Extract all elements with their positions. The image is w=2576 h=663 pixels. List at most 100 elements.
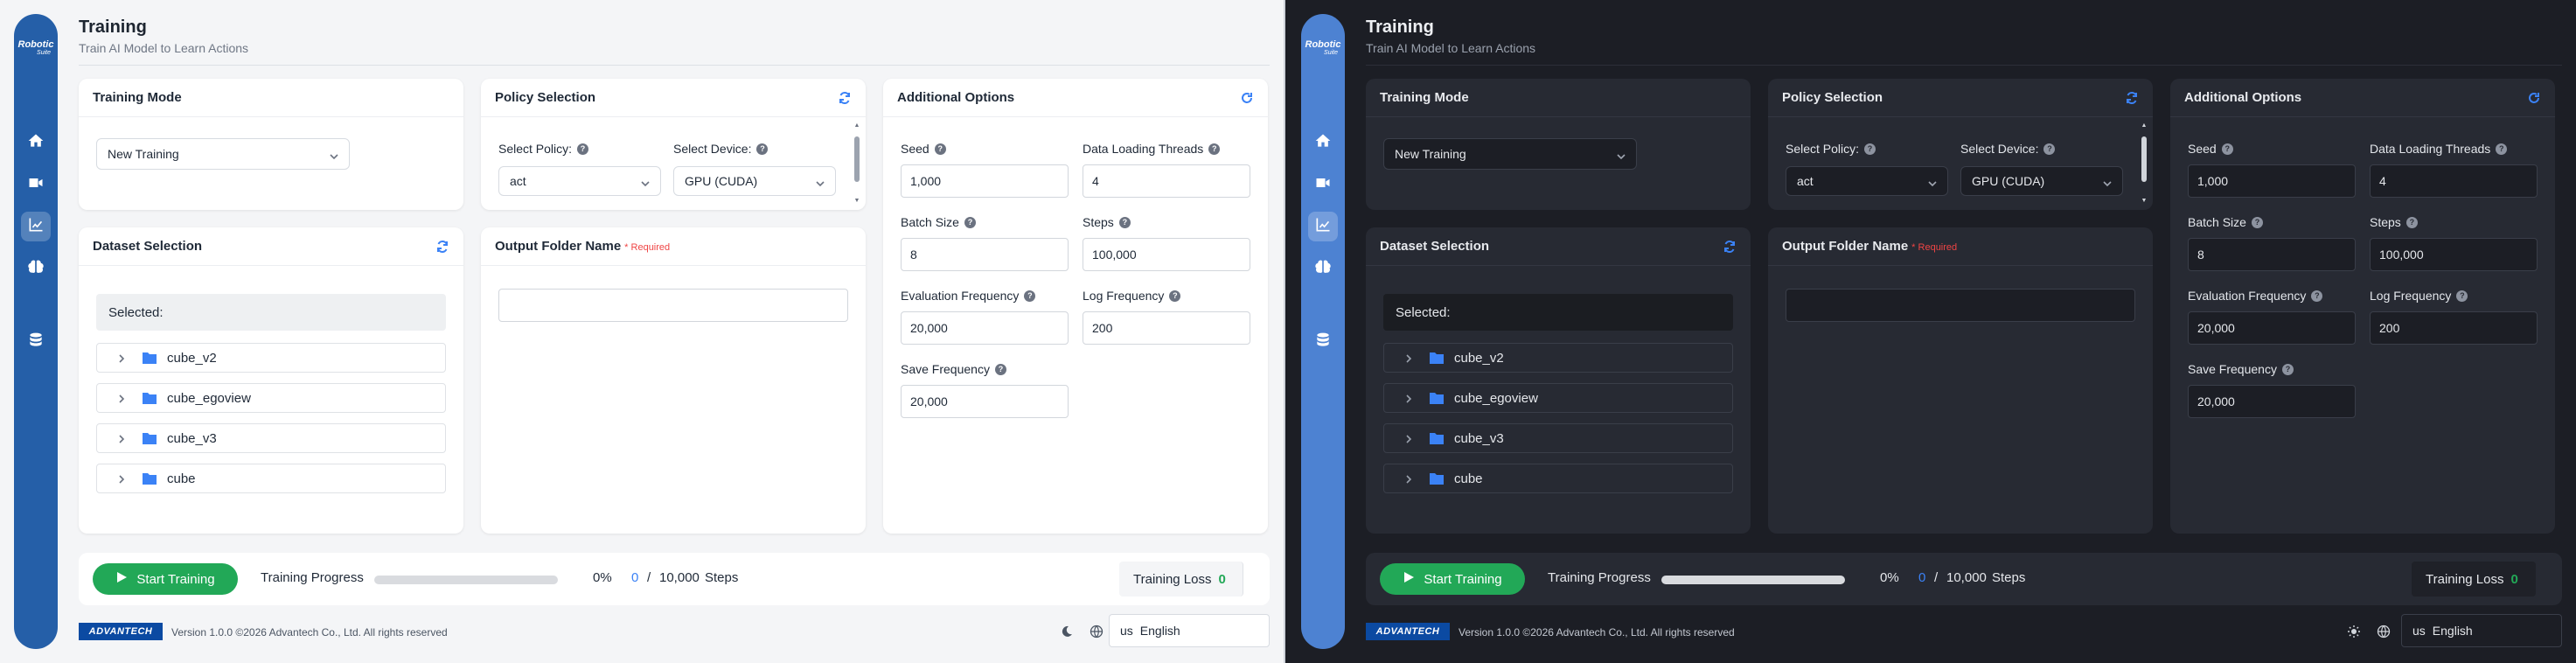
- batch-size-input[interactable]: 8: [901, 238, 1069, 271]
- help-icon[interactable]: ?: [1024, 290, 1036, 302]
- dataset-name: cube: [1454, 471, 1483, 486]
- help-icon[interactable]: ?: [2496, 143, 2508, 155]
- steps-input[interactable]: 100,000: [2370, 238, 2538, 271]
- scroll-up-icon[interactable]: ▲: [2141, 122, 2148, 129]
- dataset-item[interactable]: cube_v3: [96, 423, 446, 453]
- scroll-up-icon[interactable]: ▲: [853, 122, 860, 129]
- help-icon[interactable]: ?: [934, 143, 946, 155]
- help-icon[interactable]: ?: [1169, 290, 1181, 302]
- help-icon[interactable]: ?: [994, 363, 1006, 375]
- training-mode-select[interactable]: New Training: [1383, 138, 1637, 170]
- seed-input[interactable]: 1,000: [2188, 164, 2356, 198]
- help-icon[interactable]: ?: [1208, 143, 1221, 155]
- scroll-down-icon[interactable]: ▼: [853, 198, 860, 205]
- dataset-item[interactable]: cube: [1383, 464, 1733, 493]
- steps-label: Steps?: [1083, 215, 1131, 229]
- chevron-right-icon[interactable]: [116, 393, 127, 403]
- help-icon[interactable]: ?: [2405, 216, 2418, 228]
- dataset-item[interactable]: cube: [96, 464, 446, 493]
- help-icon[interactable]: ?: [577, 143, 589, 155]
- chevron-right-icon[interactable]: [1403, 393, 1414, 403]
- dataset-item[interactable]: cube_v2: [96, 343, 446, 373]
- dataset-item[interactable]: cube_egoview: [96, 383, 446, 413]
- eval-frequency-input[interactable]: 20,000: [901, 311, 1069, 345]
- nav-recording[interactable]: [21, 170, 51, 199]
- progress-slash: /: [1934, 570, 1939, 585]
- chevron-right-icon[interactable]: [116, 352, 127, 363]
- dataset-item[interactable]: cube_v2: [1383, 343, 1733, 373]
- training-mode-select[interactable]: New Training: [96, 138, 350, 170]
- policy-select[interactable]: act: [1786, 166, 1948, 196]
- device-select[interactable]: GPU (CUDA): [673, 166, 836, 196]
- database-icon: [1314, 332, 1332, 353]
- globe-icon[interactable]: [1090, 625, 1104, 639]
- card-title: Policy Selection: [1782, 90, 1883, 105]
- help-icon[interactable]: ?: [2311, 290, 2323, 302]
- policy-select[interactable]: act: [498, 166, 661, 196]
- dataset-selection-card: Dataset Selection Selected: cube_v2 cube…: [1366, 227, 1751, 534]
- steps-input[interactable]: 100,000: [1083, 238, 1250, 271]
- help-icon[interactable]: ?: [756, 143, 769, 155]
- log-frequency-input[interactable]: 200: [1083, 311, 1250, 345]
- nav-training[interactable]: [21, 212, 51, 241]
- help-icon[interactable]: ?: [2456, 290, 2468, 302]
- refresh-icon[interactable]: [435, 240, 449, 254]
- brain-icon: [27, 258, 45, 280]
- eval-frequency-input[interactable]: 20,000: [2188, 311, 2356, 345]
- nav-database[interactable]: [21, 327, 51, 357]
- batch-size-input[interactable]: 8: [2188, 238, 2356, 271]
- refresh-icon[interactable]: [838, 91, 852, 105]
- nav-database[interactable]: [1308, 327, 1338, 357]
- language-select[interactable]: us English: [2401, 614, 2562, 647]
- nav-home[interactable]: [1308, 128, 1338, 157]
- scroll-thumb[interactable]: [2141, 136, 2147, 182]
- start-training-button[interactable]: Start Training: [93, 563, 238, 595]
- reset-icon[interactable]: [1240, 91, 1254, 105]
- nav-recording[interactable]: [1308, 170, 1338, 199]
- chevron-right-icon[interactable]: [116, 473, 127, 484]
- reset-icon[interactable]: [2527, 91, 2541, 105]
- chevron-right-icon[interactable]: [1403, 473, 1414, 484]
- refresh-icon[interactable]: [1723, 240, 1737, 254]
- chevron-down-icon: [330, 150, 338, 160]
- refresh-icon[interactable]: [2125, 91, 2139, 105]
- moon-icon[interactable]: [1060, 625, 1074, 639]
- nav-training[interactable]: [1308, 212, 1338, 241]
- start-training-button[interactable]: Start Training: [1380, 563, 1525, 595]
- scrollbar[interactable]: ▲ ▼: [2141, 122, 2148, 205]
- nav-models[interactable]: [1308, 254, 1338, 283]
- nav-home[interactable]: [21, 128, 51, 157]
- globe-icon[interactable]: [2377, 625, 2391, 639]
- chevron-right-icon[interactable]: [1403, 352, 1414, 363]
- help-icon[interactable]: ?: [964, 216, 976, 228]
- help-icon[interactable]: ?: [2281, 363, 2294, 375]
- threads-input[interactable]: 4: [1083, 164, 1250, 198]
- dataset-item[interactable]: cube_egoview: [1383, 383, 1733, 413]
- device-select[interactable]: GPU (CUDA): [1960, 166, 2123, 196]
- dataset-item[interactable]: cube_v3: [1383, 423, 1733, 453]
- card-title: Dataset Selection: [1380, 239, 1490, 254]
- help-icon[interactable]: ?: [1864, 143, 1876, 155]
- chevron-down-icon: [2103, 177, 2112, 187]
- chevron-right-icon[interactable]: [116, 433, 127, 443]
- scrollbar[interactable]: ▲ ▼: [853, 122, 860, 205]
- dataset-name: cube: [167, 471, 196, 486]
- save-frequency-input[interactable]: 20,000: [2188, 385, 2356, 418]
- threads-input[interactable]: 4: [2370, 164, 2538, 198]
- help-icon[interactable]: ?: [1118, 216, 1131, 228]
- log-frequency-input[interactable]: 200: [2370, 311, 2538, 345]
- chevron-right-icon[interactable]: [1403, 433, 1414, 443]
- output-folder-input[interactable]: [1786, 289, 2135, 322]
- video-icon: [27, 174, 45, 196]
- seed-input[interactable]: 1,000: [901, 164, 1069, 198]
- sun-icon[interactable]: [2347, 625, 2361, 639]
- language-select[interactable]: us English: [1109, 614, 1270, 647]
- output-folder-input[interactable]: [498, 289, 848, 322]
- help-icon[interactable]: ?: [2221, 143, 2233, 155]
- save-frequency-input[interactable]: 20,000: [901, 385, 1069, 418]
- scroll-down-icon[interactable]: ▼: [2141, 198, 2148, 205]
- help-icon[interactable]: ?: [2043, 143, 2056, 155]
- scroll-thumb[interactable]: [854, 136, 860, 182]
- nav-models[interactable]: [21, 254, 51, 283]
- help-icon[interactable]: ?: [2251, 216, 2263, 228]
